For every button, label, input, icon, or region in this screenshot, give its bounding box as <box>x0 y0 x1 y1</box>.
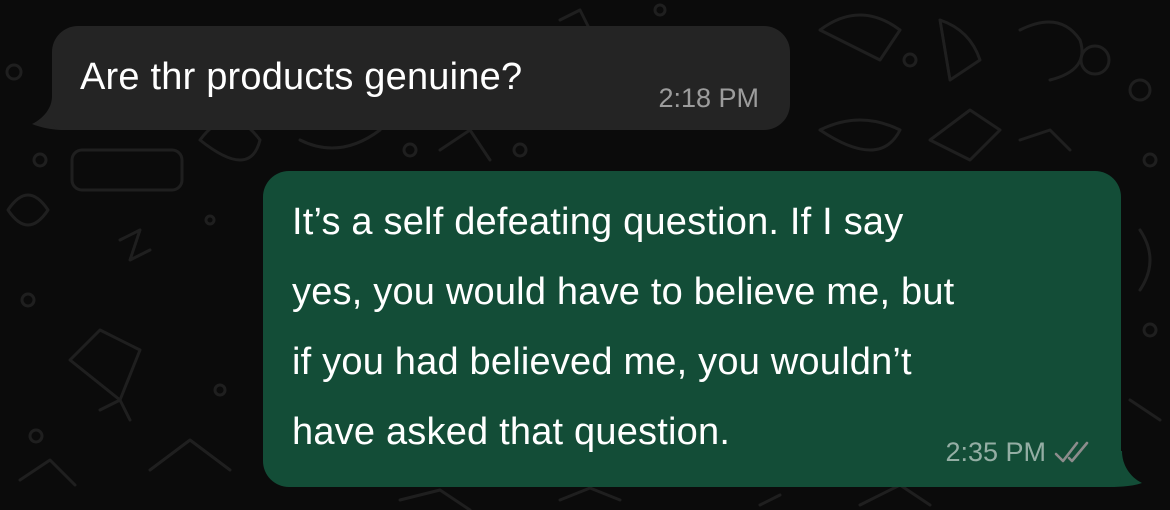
outgoing-message-bubble[interactable]: It’s a self defeating question. If I say… <box>263 171 1121 487</box>
incoming-message-bubble[interactable]: Are thr products genuine? 2:18 PM <box>52 26 790 130</box>
double-check-read-icon <box>1054 441 1089 463</box>
outgoing-message-time: 2:35 PM <box>945 437 1046 467</box>
incoming-message-text: Are thr products genuine? <box>80 56 523 98</box>
outgoing-message-text: It’s a self defeating question. If I say… <box>292 187 954 467</box>
outgoing-message-line: yes, you would have to believe me, but <box>292 271 955 313</box>
incoming-message-time: 2:18 PM <box>658 83 759 113</box>
outgoing-message-line: have asked that question. <box>292 411 731 453</box>
outgoing-message-line: It’s a self defeating question. If I say <box>292 201 904 243</box>
outgoing-message-line: if you had believed me, you wouldn’t <box>292 341 912 383</box>
